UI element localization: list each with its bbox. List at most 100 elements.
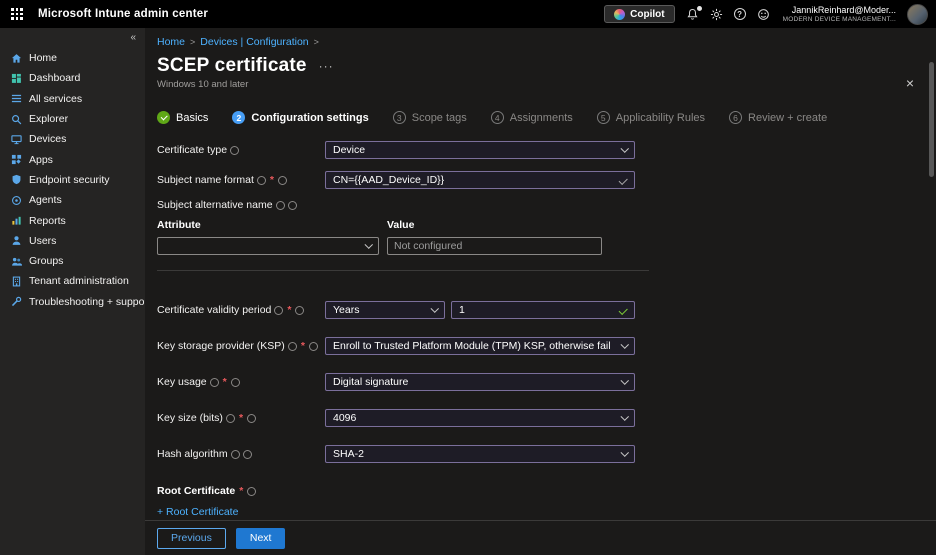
info-icon[interactable] [295,306,304,315]
root-certificate-heading: Root Certificate [157,485,235,497]
key-size-value: 4096 [333,412,356,424]
copilot-button[interactable]: Copilot [604,5,674,23]
context-menu-icon[interactable]: ··· [319,59,334,73]
sidebar-item-apps[interactable]: Apps [0,149,145,169]
settings-gear-icon[interactable] [710,8,723,21]
avatar[interactable] [907,4,928,25]
info-icon[interactable] [288,201,297,210]
sidebar-item-dashboard[interactable]: Dashboard [0,68,145,88]
info-icon[interactable] [231,378,240,387]
scrollbar[interactable] [929,62,934,542]
breadcrumb-devices-configuration[interactable]: Devices | Configuration [200,36,308,48]
sidebar-item-label: Groups [29,255,63,267]
previous-button[interactable]: Previous [157,528,226,549]
required-marker: * [287,304,291,316]
step-label: Basics [176,112,208,124]
agents-icon [10,194,22,206]
san-table-row [157,237,936,255]
step-label: Applicability Rules [616,112,705,124]
info-icon[interactable] [257,176,266,185]
sidebar-item-troubleshooting[interactable]: Troubleshooting + support [0,292,145,312]
step-basics[interactable]: Basics [157,111,208,124]
ksp-dropdown[interactable]: Enroll to Trusted Platform Module (TPM) … [325,337,635,355]
step-review-create[interactable]: 6 Review + create [729,111,827,124]
info-icon[interactable] [230,146,239,155]
info-icon[interactable] [226,414,235,423]
valid-check-icon [619,306,628,315]
sidebar-item-groups[interactable]: Groups [0,251,145,271]
account-info[interactable]: JannikReinhard@Moder... MODERN DEVICE MA… [783,5,896,24]
step-applicability-rules[interactable]: 5 Applicability Rules [597,111,705,124]
notifications-icon[interactable] [686,8,699,21]
apps-icon [10,154,22,166]
sidebar-item-devices[interactable]: Devices [0,129,145,149]
info-icon[interactable] [210,378,219,387]
help-icon[interactable]: ? [734,8,746,20]
certificate-type-dropdown[interactable]: Device [325,141,635,159]
validity-unit-value: Years [333,304,359,316]
step-scope-tags[interactable]: 3 Scope tags [393,111,467,124]
validity-value-input[interactable]: 1 [451,301,635,319]
page-subtitle: Windows 10 and later [157,79,936,90]
subject-name-format-input[interactable]: CN={{AAD_Device_ID}} [325,171,635,189]
validity-value: 1 [459,304,465,316]
sidebar-item-label: Home [29,52,57,64]
step-number-icon: 5 [597,111,610,124]
reports-icon [10,215,22,227]
required-marker: * [270,174,274,186]
feedback-icon[interactable] [757,8,770,21]
info-icon[interactable] [276,201,285,210]
tenant-administration-icon [10,275,22,287]
key-size-label: Key size (bits) [157,412,223,424]
sidebar-item-agents[interactable]: Agents [0,190,145,210]
app-title: Microsoft Intune admin center [38,8,208,20]
scrollbar-thumb[interactable] [929,62,934,177]
info-icon[interactable] [274,306,283,315]
sidebar-item-label: Users [29,235,56,247]
key-usage-dropdown[interactable]: Digital signature [325,373,635,391]
sidebar-item-label: Agents [29,194,62,206]
breadcrumb-home[interactable]: Home [157,36,185,48]
info-icon[interactable] [288,342,297,351]
sidebar-item-reports[interactable]: Reports [0,210,145,230]
info-icon[interactable] [309,342,318,351]
sidebar-item-label: Apps [29,154,53,166]
waffle-menu-icon[interactable] [0,0,34,28]
sidebar-item-label: Tenant administration [29,275,129,287]
sidebar-item-endpoint-security[interactable]: Endpoint security [0,170,145,190]
all-services-icon [10,93,22,105]
info-icon[interactable] [278,176,287,185]
step-number-icon: 2 [232,111,245,124]
users-icon [10,235,22,247]
info-icon[interactable] [247,487,256,496]
sidebar-item-explorer[interactable]: Explorer [0,109,145,129]
info-icon[interactable] [231,450,240,459]
sidebar-item-label: All services [29,93,82,105]
certificate-type-label: Certificate type [157,144,227,156]
close-icon[interactable]: × [906,76,914,90]
notification-badge [696,5,703,12]
sidebar-collapse-icon[interactable]: « [0,31,145,45]
sidebar-item-label: Dashboard [29,72,80,84]
sidebar-item-all-services[interactable]: All services [0,89,145,109]
chevron-down-icon [430,305,438,313]
key-size-dropdown[interactable]: 4096 [325,409,635,427]
step-assignments[interactable]: 4 Assignments [491,111,573,124]
next-button[interactable]: Next [236,528,286,549]
sidebar-item-users[interactable]: Users [0,231,145,251]
info-icon[interactable] [243,450,252,459]
hash-algorithm-dropdown[interactable]: SHA-2 [325,445,635,463]
ksp-value: Enroll to Trusted Platform Module (TPM) … [333,340,611,352]
step-configuration-settings[interactable]: 2 Configuration settings [232,111,368,124]
add-root-certificate-link[interactable]: + Root Certificate [157,506,238,518]
sidebar-item-tenant-administration[interactable]: Tenant administration [0,271,145,291]
info-icon[interactable] [247,414,256,423]
groups-icon [10,255,22,267]
troubleshooting-icon [10,296,22,308]
page-title: SCEP certificate [157,55,307,77]
sidebar-item-home[interactable]: Home [0,48,145,68]
devices-icon [10,133,22,145]
attribute-dropdown[interactable] [157,237,379,255]
value-input[interactable] [387,237,602,255]
validity-unit-dropdown[interactable]: Years [325,301,445,319]
